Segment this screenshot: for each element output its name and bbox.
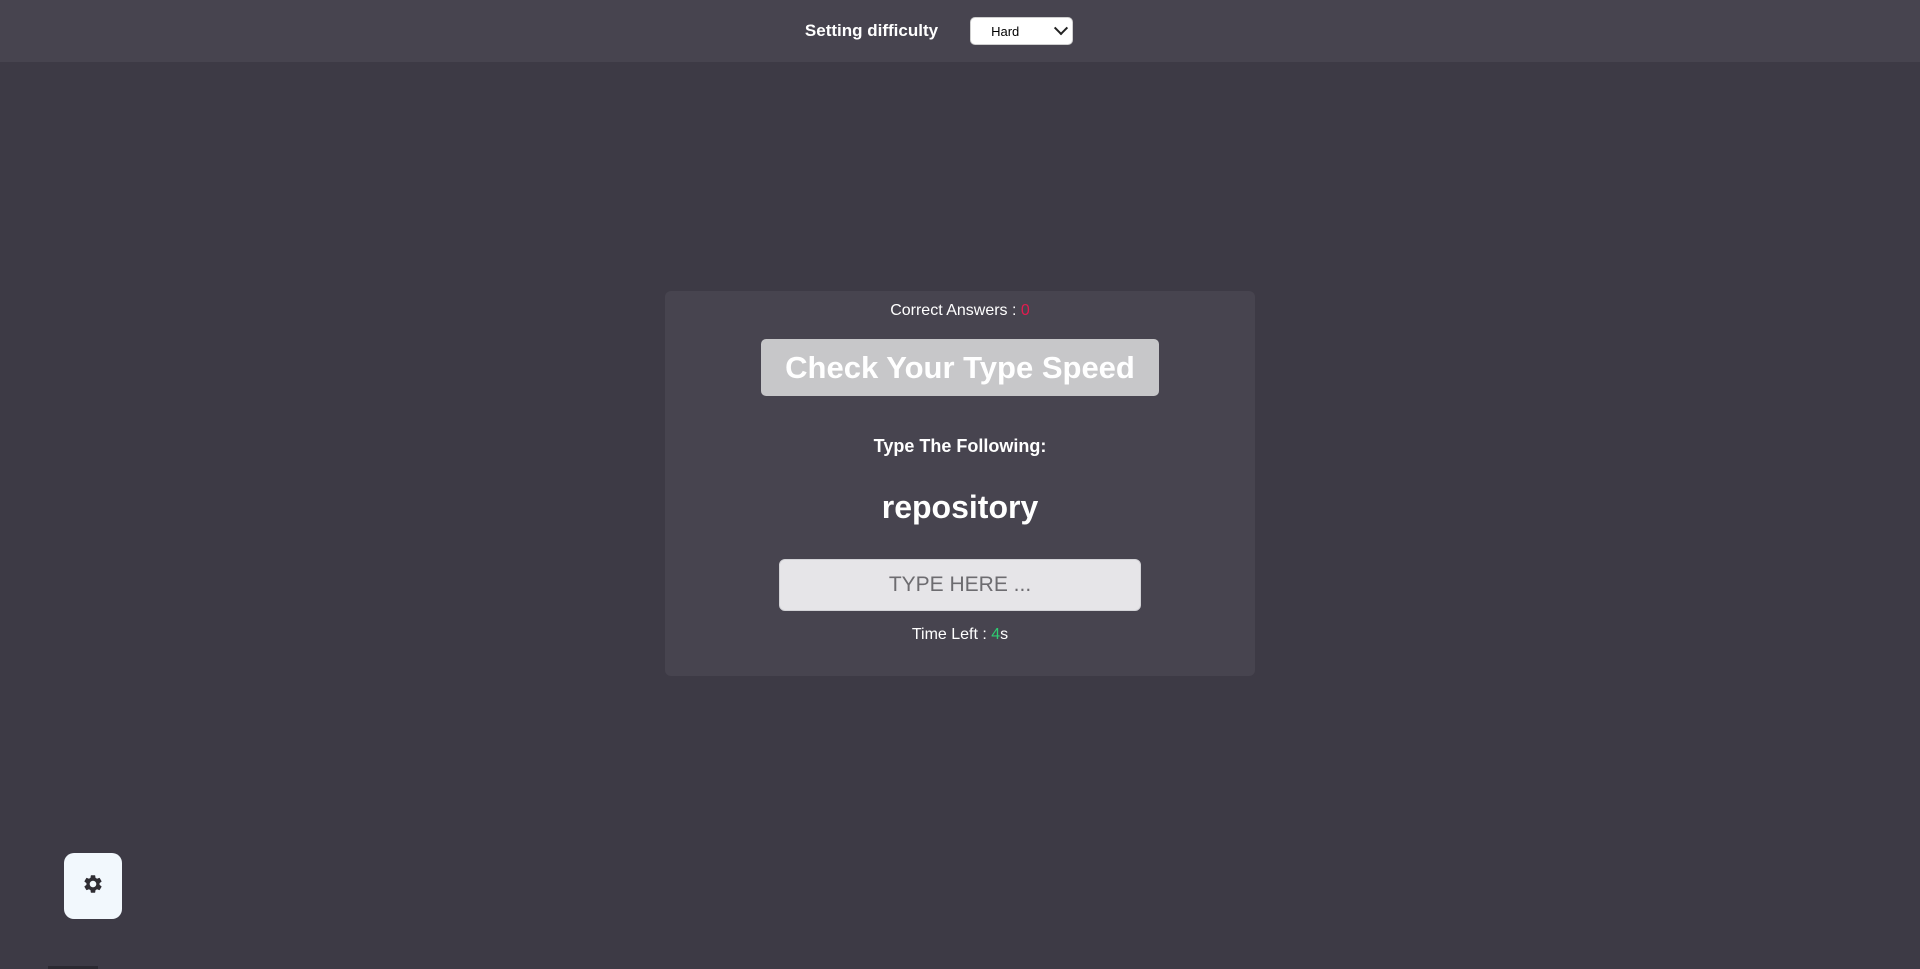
- correct-answers-value: 0: [1020, 302, 1030, 319]
- type-prompt: Type The Following:: [873, 436, 1047, 456]
- target-word: repository: [881, 489, 1039, 525]
- correct-answers: Correct Answers : 0: [665, 302, 1255, 320]
- difficulty-select[interactable]: Hard: [970, 17, 1074, 45]
- correct-answers-label: Correct Answers :: [890, 302, 1017, 319]
- difficulty-label: Setting difficulty: [804, 21, 939, 40]
- time-left-label: Time Left :: [911, 626, 987, 643]
- type-input[interactable]: [779, 559, 1141, 611]
- game-card: Correct Answers : 0 Check Your Type Spee…: [665, 291, 1255, 676]
- settings-bar: Setting difficulty Hard: [0, 0, 1920, 62]
- time-left-unit: s: [1000, 626, 1009, 643]
- page-title: Check Your Type Speed: [761, 339, 1159, 396]
- difficulty-selected-value: Hard: [991, 23, 1020, 39]
- settings-button[interactable]: [64, 853, 122, 919]
- time-left: Time Left : 4s: [665, 626, 1255, 644]
- chevron-down-icon: [1054, 21, 1069, 36]
- gear-icon: [82, 873, 104, 900]
- time-left-value: 4: [991, 626, 1001, 643]
